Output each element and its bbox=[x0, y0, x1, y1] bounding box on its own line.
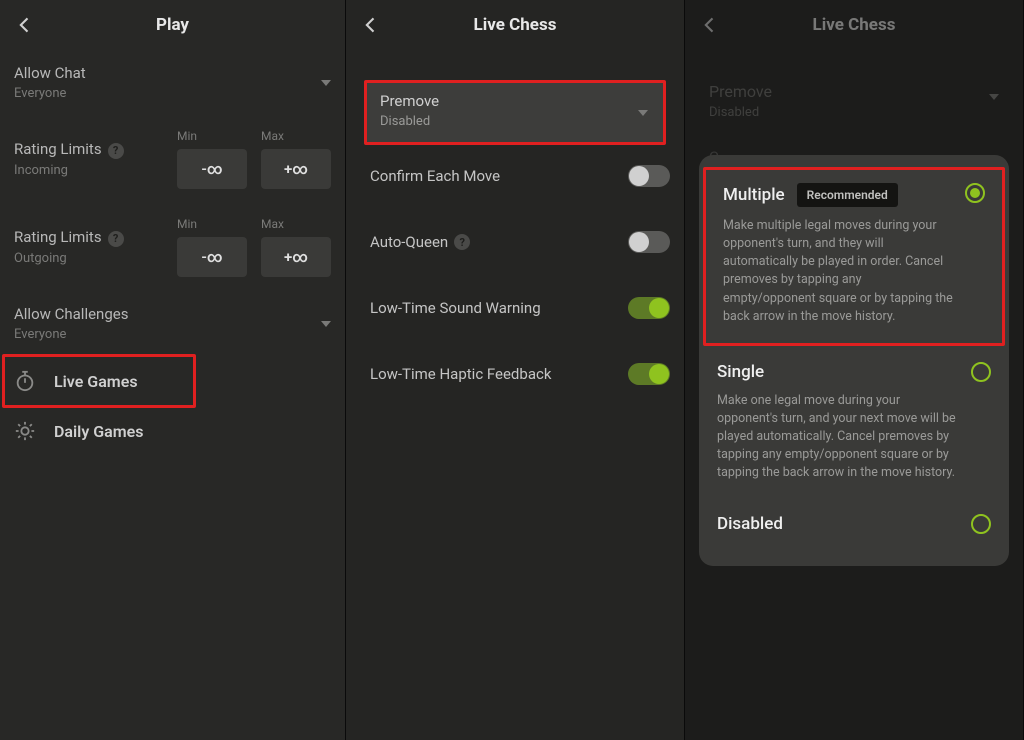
chevron-down-icon bbox=[321, 80, 331, 86]
radio-icon[interactable] bbox=[971, 362, 991, 382]
allow-challenges-label: Allow Challenges bbox=[14, 305, 128, 323]
option-title: Disabled bbox=[717, 514, 783, 534]
back-arrow-icon[interactable] bbox=[14, 14, 36, 36]
premove-dropdown[interactable]: Premove Disabled bbox=[366, 82, 664, 143]
header: Live Chess bbox=[685, 0, 1023, 50]
min-label: Min bbox=[177, 217, 247, 231]
chevron-down-icon bbox=[638, 110, 648, 116]
auto-queen-label: Auto-Queen? bbox=[370, 233, 470, 251]
option-title: Multiple bbox=[723, 185, 785, 205]
rating-limits-outgoing-row: Rating Limits? Outgoing Min -∞ Max +∞ bbox=[14, 203, 331, 291]
max-stepper[interactable]: +∞ bbox=[261, 149, 331, 189]
help-icon[interactable]: ? bbox=[108, 231, 124, 247]
auto-queen-toggle[interactable] bbox=[628, 231, 670, 253]
rating-limits-label: Rating Limits? bbox=[14, 140, 124, 159]
low-time-haptic-label: Low-Time Haptic Feedback bbox=[370, 365, 551, 383]
rating-limits-sub: Outgoing bbox=[14, 251, 124, 266]
live-games-label: Live Games bbox=[54, 372, 138, 391]
back-arrow-icon[interactable] bbox=[360, 14, 382, 36]
premove-value: Disabled bbox=[380, 114, 650, 129]
min-label: Min bbox=[177, 129, 247, 143]
daily-games-nav[interactable]: Daily Games bbox=[4, 406, 341, 456]
low-time-haptic-toggle[interactable] bbox=[628, 363, 670, 385]
premove-value: Disabled bbox=[709, 105, 999, 120]
auto-queen-row: Auto-Queen? bbox=[346, 209, 684, 275]
allow-challenges-value: Everyone bbox=[14, 327, 128, 342]
recommended-badge: Recommended bbox=[797, 183, 898, 207]
premove-label: Premove bbox=[380, 92, 650, 110]
max-label: Max bbox=[261, 129, 331, 143]
back-arrow-icon[interactable] bbox=[699, 14, 721, 36]
live-chess-panel-dimmed: Live Chess Premove Disabled C A L L Mult… bbox=[685, 0, 1024, 740]
rating-limits-sub: Incoming bbox=[14, 163, 124, 178]
option-desc: Make one legal move during your opponent… bbox=[717, 392, 991, 483]
low-time-sound-label: Low-Time Sound Warning bbox=[370, 299, 541, 317]
premove-option-single[interactable]: Single Make one legal move during your o… bbox=[699, 348, 1009, 501]
allow-challenges-row[interactable]: Allow Challenges Everyone bbox=[14, 291, 331, 356]
header: Live Chess bbox=[346, 0, 684, 50]
allow-chat-value: Everyone bbox=[14, 86, 86, 101]
allow-chat-row[interactable]: Allow Chat Everyone bbox=[14, 50, 331, 115]
chevron-down-icon bbox=[989, 94, 999, 100]
low-time-haptic-row: Low-Time Haptic Feedback bbox=[346, 341, 684, 407]
option-title: Single bbox=[717, 362, 764, 382]
live-chess-panel: Live Chess Premove Disabled Confirm Each… bbox=[346, 0, 685, 740]
allow-chat-label: Allow Chat bbox=[14, 64, 86, 82]
play-settings-panel: Play Allow Chat Everyone Rating Limits? … bbox=[0, 0, 346, 740]
help-icon[interactable]: ? bbox=[454, 234, 470, 250]
max-label: Max bbox=[261, 217, 331, 231]
sun-icon bbox=[14, 420, 36, 442]
min-stepper[interactable]: -∞ bbox=[177, 149, 247, 189]
page-title: Live Chess bbox=[346, 15, 684, 35]
radio-selected-icon[interactable] bbox=[965, 183, 985, 203]
low-time-sound-row: Low-Time Sound Warning bbox=[346, 275, 684, 341]
daily-games-label: Daily Games bbox=[54, 422, 143, 441]
confirm-move-toggle[interactable] bbox=[628, 165, 670, 187]
premove-options-sheet: Multiple Recommended Make multiple legal… bbox=[699, 155, 1009, 566]
premove-option-multiple[interactable]: Multiple Recommended Make multiple legal… bbox=[705, 169, 1003, 344]
premove-dropdown-dimmed: Premove Disabled bbox=[685, 72, 1023, 134]
live-games-nav[interactable]: Live Games bbox=[4, 356, 194, 406]
confirm-move-label: Confirm Each Move bbox=[370, 167, 500, 185]
min-stepper[interactable]: -∞ bbox=[177, 237, 247, 277]
premove-option-disabled[interactable]: Disabled bbox=[699, 500, 1009, 552]
page-title: Live Chess bbox=[685, 15, 1023, 35]
header: Play bbox=[0, 0, 345, 50]
chevron-down-icon bbox=[321, 321, 331, 327]
rating-limits-label: Rating Limits? bbox=[14, 228, 124, 247]
stopwatch-icon bbox=[14, 370, 36, 392]
rating-limits-incoming-row: Rating Limits? Incoming Min -∞ Max +∞ bbox=[14, 115, 331, 203]
premove-label: Premove bbox=[709, 82, 999, 101]
option-desc: Make multiple legal moves during your op… bbox=[723, 217, 985, 326]
page-title: Play bbox=[0, 15, 345, 35]
low-time-sound-toggle[interactable] bbox=[628, 297, 670, 319]
max-stepper[interactable]: +∞ bbox=[261, 237, 331, 277]
help-icon[interactable]: ? bbox=[108, 143, 124, 159]
confirm-move-row: Confirm Each Move bbox=[346, 143, 684, 209]
